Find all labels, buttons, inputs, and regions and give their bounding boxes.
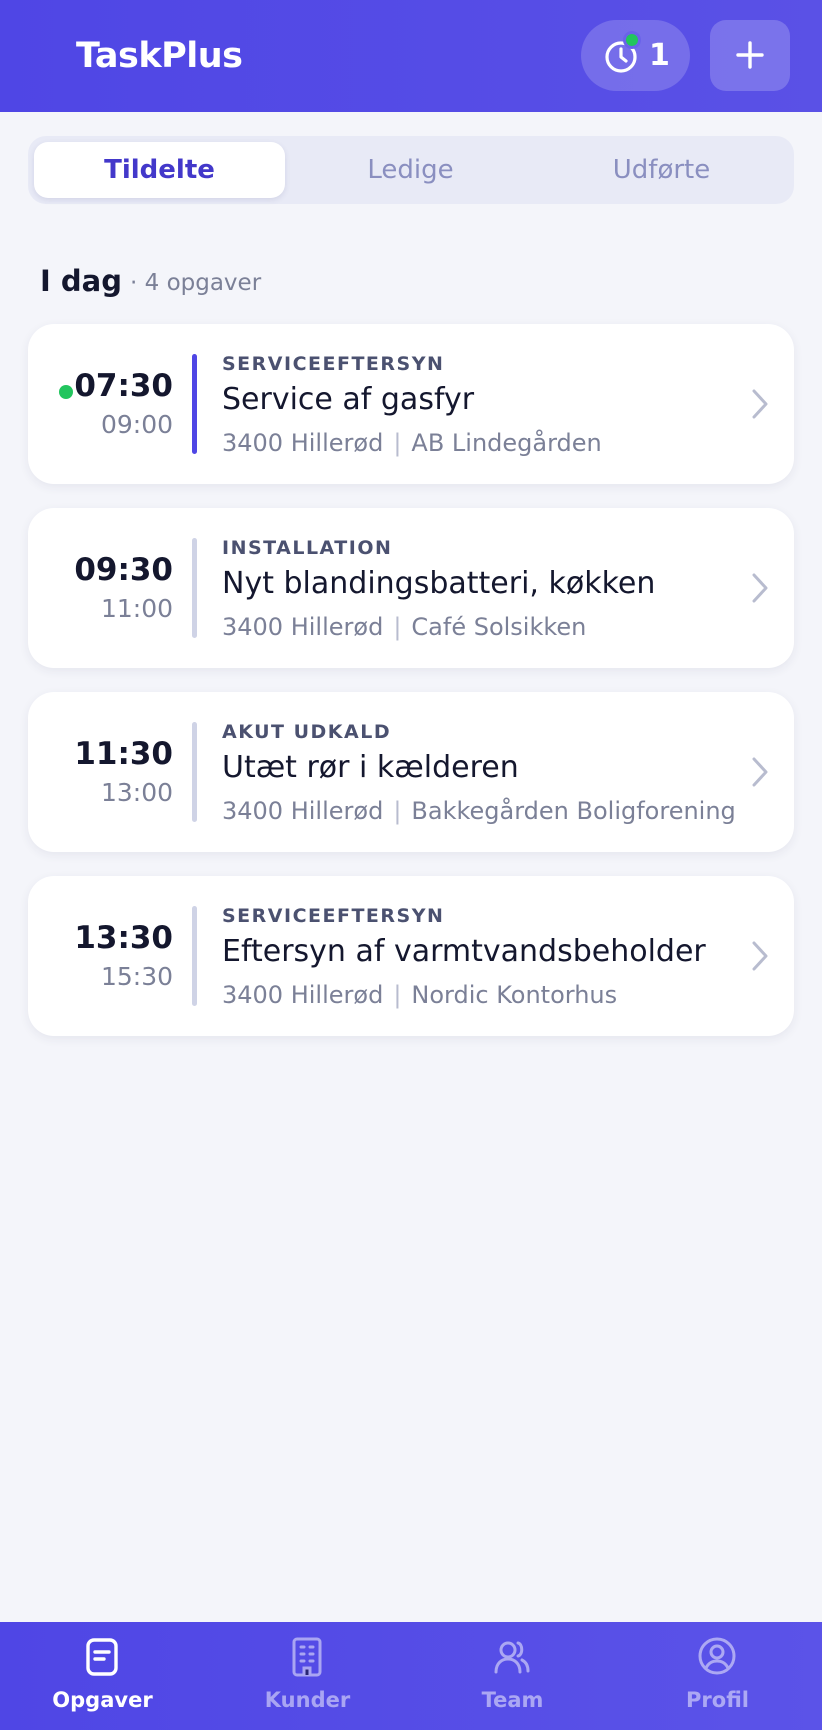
clipboard-icon	[86, 1638, 118, 1676]
task-postal: 3400 Hillerød	[222, 797, 384, 825]
task-accent-bar	[192, 538, 197, 638]
task-category: INSTALLATION	[222, 537, 393, 559]
section-title: I dag	[40, 264, 122, 298]
task-customer: Café Solsikken	[411, 613, 587, 641]
task-card[interactable]: 11:30 13:00 AKUT UDKALD Utæt rør i kælde…	[28, 692, 794, 852]
task-meta: 3400 Hillerød | Bakkegården Boligforening	[222, 797, 736, 825]
task-card[interactable]: 07:30 09:00 SERVICEEFTERSYN Service af g…	[28, 324, 794, 484]
tab-ledige[interactable]: Ledige	[285, 142, 536, 198]
meta-separator: |	[393, 797, 402, 825]
add-task-button[interactable]	[710, 20, 790, 91]
task-title: Utæt rør i kælderen	[222, 750, 519, 785]
task-start-time: 07:30	[74, 368, 173, 404]
task-accent-bar	[192, 354, 197, 454]
user-circle-icon	[698, 1637, 736, 1675]
timer-active-dot	[623, 31, 641, 49]
nav-profil[interactable]: Profil	[615, 1622, 820, 1730]
task-title: Nyt blandingsbatteri, køkken	[222, 566, 656, 601]
plus-icon	[736, 41, 764, 69]
task-customer: Bakkegården Boligforening	[411, 797, 736, 825]
nav-team[interactable]: Team	[410, 1622, 615, 1730]
section-count: · 4 opgaver	[130, 270, 262, 296]
meta-separator: |	[393, 613, 402, 641]
bottom-nav: Opgaver Kunder Team Profil	[0, 1622, 822, 1730]
task-postal: 3400 Hillerød	[222, 429, 384, 457]
task-title: Eftersyn af varmtvandsbeholder	[222, 934, 706, 969]
chevron-right-icon	[752, 941, 768, 971]
tab-udforte[interactable]: Udførte	[536, 142, 787, 198]
task-title: Service af gasfyr	[222, 382, 475, 417]
chevron-right-icon	[752, 389, 768, 419]
task-meta: 3400 Hillerød | Nordic Kontorhus	[222, 981, 617, 1009]
task-accent-bar	[192, 722, 197, 822]
task-end-time: 15:30	[100, 962, 173, 991]
task-filter-tabs: Tildelte Ledige Udførte	[28, 136, 794, 204]
task-customer: AB Lindegården	[411, 429, 602, 457]
task-meta: 3400 Hillerød | AB Lindegården	[222, 429, 602, 457]
nav-opgaver[interactable]: Opgaver	[0, 1622, 205, 1730]
task-end-time: 13:00	[100, 778, 173, 807]
task-card[interactable]: 13:30 15:30 SERVICEEFTERSYN Eftersyn af …	[28, 876, 794, 1036]
meta-separator: |	[393, 429, 402, 457]
task-end-time: 11:00	[100, 594, 173, 623]
tab-tildelte[interactable]: Tildelte	[34, 142, 285, 198]
chevron-right-icon	[752, 757, 768, 787]
chevron-right-icon	[752, 573, 768, 603]
task-category: AKUT UDKALD	[222, 721, 392, 743]
app-header: TaskPlus 1	[0, 0, 822, 112]
task-customer: Nordic Kontorhus	[411, 981, 618, 1009]
live-status-dot	[59, 385, 73, 399]
users-icon	[494, 1641, 530, 1674]
task-card[interactable]: 09:30 11:00 INSTALLATION Nyt blandingsba…	[28, 508, 794, 668]
nav-label: Opgaver	[52, 1688, 153, 1712]
task-end-time: 09:00	[100, 410, 173, 439]
task-start-time: 13:30	[74, 920, 173, 956]
task-category: SERVICEEFTERSYN	[222, 905, 445, 927]
building-icon	[292, 1637, 322, 1677]
task-start-time: 11:30	[74, 736, 173, 772]
nav-label: Kunder	[264, 1688, 351, 1712]
timer-count: 1	[649, 38, 670, 73]
nav-label: Profil	[686, 1688, 749, 1712]
nav-label: Team	[481, 1688, 544, 1712]
task-postal: 3400 Hillerød	[222, 613, 384, 641]
task-postal: 3400 Hillerød	[222, 981, 384, 1009]
task-meta: 3400 Hillerød | Café Solsikken	[222, 613, 586, 641]
meta-separator: |	[393, 981, 402, 1009]
app-title: TaskPlus	[76, 36, 243, 76]
nav-kunder[interactable]: Kunder	[205, 1622, 410, 1730]
task-category: SERVICEEFTERSYN	[222, 353, 445, 375]
task-start-time: 09:30	[74, 552, 173, 588]
task-accent-bar	[192, 906, 197, 1006]
active-timer-button[interactable]: 1	[581, 20, 690, 91]
